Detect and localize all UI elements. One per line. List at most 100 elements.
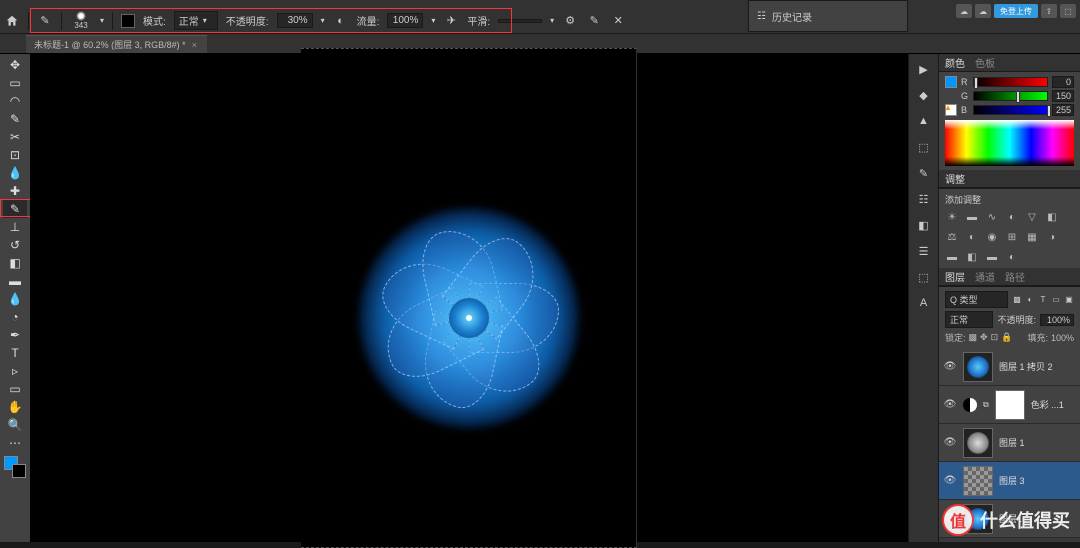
selective-color-icon[interactable]: ◐ (1005, 250, 1019, 264)
settings-gear-icon[interactable]: ⚙ (562, 13, 578, 29)
green-slider[interactable] (973, 91, 1048, 101)
smoothing-input[interactable] (498, 19, 542, 23)
dropdown-caret-icon[interactable]: ▾ (431, 16, 435, 25)
document-tab[interactable]: 未标题-1 @ 60.2% (图层 3, RGB/8#) * × (26, 35, 207, 53)
marquee-tool[interactable]: ▭ (3, 74, 27, 92)
cloud-upload-button[interactable]: 免登上传 (994, 4, 1038, 18)
symmetry-icon[interactable]: ✕ (610, 13, 626, 29)
styles-icon[interactable]: ⬚ (915, 138, 933, 156)
layer-row[interactable]: 👁⧉色彩 ...1 (939, 386, 1080, 424)
posterize-icon[interactable]: ▬ (945, 250, 959, 264)
frame-tool[interactable]: ⊡ (3, 146, 27, 164)
swatches-tab[interactable]: 色板 (975, 55, 995, 70)
filter-pixel-icon[interactable]: ▩ (1012, 295, 1022, 305)
adjustments-icon[interactable]: ▲ (915, 112, 933, 130)
bw-icon[interactable]: ◐ (965, 230, 979, 244)
layer-row[interactable]: 👁 图层 1 拷贝 2 (939, 348, 1080, 386)
history-brush-tool[interactable]: ↺ (3, 236, 27, 254)
hue-sat-icon[interactable]: ◧ (1045, 210, 1059, 224)
gradient-map-icon[interactable]: ▬ (985, 250, 999, 264)
path-select-tool[interactable]: ▹ (3, 362, 27, 380)
current-color-swatch[interactable] (945, 76, 957, 88)
exposure-icon[interactable]: ◐ (1005, 210, 1019, 224)
stamp-tool[interactable]: ⊥ (3, 218, 27, 236)
blend-mode-dropdown[interactable]: 正常 (945, 311, 993, 328)
paths-tab[interactable]: 路径 (1005, 269, 1025, 284)
lock-pixels-icon[interactable]: ▩ (969, 332, 978, 343)
gradient-tool[interactable]: ▬ (3, 272, 27, 290)
layer-opacity-input[interactable]: 100% (1040, 314, 1074, 326)
brush-panel-toggle-icon[interactable] (121, 14, 135, 28)
layer-mask-thumbnail[interactable] (995, 390, 1025, 420)
layer-thumbnail[interactable] (963, 352, 993, 382)
color-swatches[interactable] (4, 456, 26, 478)
lasso-tool[interactable]: ◠ (3, 92, 27, 110)
layer-name[interactable]: 色彩 ...1 (1031, 398, 1076, 411)
paths-strip-icon[interactable]: ⬚ (915, 268, 933, 286)
export-icon[interactable]: ⬚ (1060, 4, 1076, 18)
hand-tool[interactable]: ✋ (3, 398, 27, 416)
move-tool[interactable]: ✥ (3, 56, 27, 74)
quick-select-tool[interactable]: ✎ (3, 110, 27, 128)
zoom-tool[interactable]: 🔍 (3, 416, 27, 434)
lock-position-icon[interactable]: ✥ (980, 332, 988, 343)
brush-preset-picker[interactable]: 343 (70, 10, 92, 32)
dodge-tool[interactable]: ◔ (3, 308, 27, 326)
dropdown-caret-icon[interactable]: ▾ (321, 16, 325, 25)
layer-filter-dropdown[interactable]: Q 类型 (945, 291, 1008, 308)
lock-artboard-icon[interactable]: ⊡ (991, 332, 999, 343)
layer-name[interactable]: 图层 1 (999, 436, 1076, 449)
levels-icon[interactable]: ▬ (965, 210, 979, 224)
blur-tool[interactable]: 💧 (3, 290, 27, 308)
color-lookup-icon[interactable]: ▦ (1025, 230, 1039, 244)
eyedropper-tool[interactable]: 💧 (3, 164, 27, 182)
healing-tool[interactable]: ✚ (3, 182, 27, 200)
home-icon[interactable] (4, 13, 20, 29)
channel-mixer-icon[interactable]: ⊞ (1005, 230, 1019, 244)
play-icon[interactable]: ▶ (915, 60, 933, 78)
airbrush-icon[interactable]: ✈ (443, 13, 459, 29)
visibility-toggle-icon[interactable]: 👁 (943, 436, 957, 450)
channels-tab[interactable]: 通道 (975, 269, 995, 284)
shape-tool[interactable]: ▭ (3, 380, 27, 398)
threshold-icon[interactable]: ◧ (965, 250, 979, 264)
layer-row[interactable]: 👁 图层 1 (939, 424, 1080, 462)
pressure-size-icon[interactable]: ✎ (586, 13, 602, 29)
type-tool[interactable]: T (3, 344, 27, 362)
blue-value[interactable]: 255 (1052, 104, 1074, 116)
blend-mode-dropdown[interactable]: 正常▾ (174, 11, 218, 30)
layer-name[interactable]: 图层 1 拷贝 2 (999, 360, 1076, 373)
photo-filter-icon[interactable]: ◉ (985, 230, 999, 244)
options-icon[interactable]: ☷ (915, 190, 933, 208)
layer-thumbnail[interactable] (963, 466, 993, 496)
crop-tool[interactable]: ✂ (3, 128, 27, 146)
color-tab[interactable]: 颜色 (945, 55, 965, 70)
color-balance-icon[interactable]: ⚖ (945, 230, 959, 244)
edit-toolbar[interactable]: ⋯ (3, 434, 27, 452)
visibility-toggle-icon[interactable]: 👁 (943, 360, 957, 374)
opacity-input[interactable]: 30% (277, 13, 313, 28)
brush-tool[interactable]: ✎ (3, 200, 27, 218)
filter-adjust-icon[interactable]: ◐ (1025, 295, 1035, 305)
red-value[interactable]: 0 (1052, 76, 1074, 88)
red-slider[interactable] (973, 77, 1048, 87)
filter-shape-icon[interactable]: ▭ (1051, 295, 1061, 305)
vibrance-icon[interactable]: ▽ (1025, 210, 1039, 224)
color-spectrum[interactable] (945, 120, 1074, 166)
fill-input[interactable]: 100% (1051, 333, 1074, 343)
layer-row[interactable]: 👁图层 3 (939, 462, 1080, 500)
dropdown-caret-icon[interactable]: ▾ (550, 16, 554, 25)
canvas-area[interactable] (30, 54, 908, 542)
document-canvas[interactable] (301, 48, 637, 548)
green-value[interactable]: 150 (1052, 90, 1074, 102)
layers-tab[interactable]: 图层 (945, 269, 965, 284)
channels-icon[interactable]: ☰ (915, 242, 933, 260)
eraser-tool[interactable]: ◧ (3, 254, 27, 272)
visibility-toggle-icon[interactable]: 👁 (943, 398, 957, 412)
visibility-toggle-icon[interactable]: 👁 (943, 474, 957, 488)
filter-type-icon[interactable]: T (1038, 295, 1048, 305)
background-color-swatch[interactable] (12, 464, 26, 478)
text-a-icon[interactable]: A (915, 294, 933, 312)
adjustments-tab[interactable]: 调整 (945, 171, 965, 186)
history-panel-tab[interactable]: ☷ 历史记录 (748, 0, 908, 32)
